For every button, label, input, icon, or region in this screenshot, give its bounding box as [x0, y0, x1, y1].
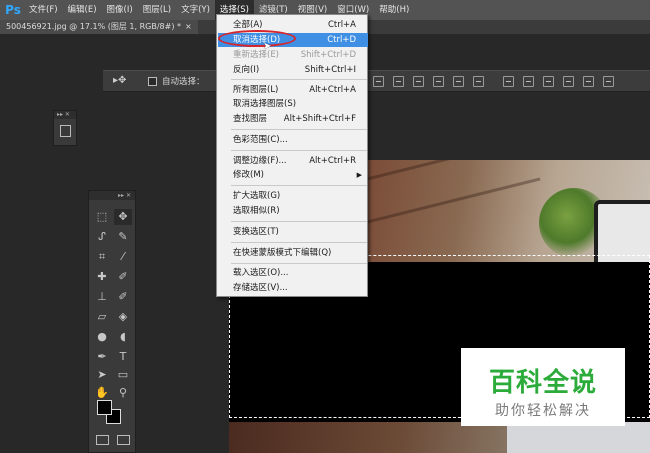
menu-edit[interactable]: 编辑(E)	[63, 0, 102, 20]
healing-icon[interactable]: ✚	[93, 269, 111, 285]
options-bar: ▸✥ 自动选择：	[103, 70, 650, 92]
foreground-color-swatch[interactable]	[97, 400, 112, 415]
menu-item-inverse[interactable]: 反向(I) Shift+Ctrl+I	[218, 63, 368, 77]
align-top-icon[interactable]	[373, 76, 384, 87]
menu-item-save-selection[interactable]: 存储选区(V)...	[218, 281, 368, 295]
history-icon[interactable]	[60, 125, 71, 137]
menu-item-find-layers[interactable]: 查找图层 Alt+Shift+Ctrl+F	[218, 112, 368, 126]
menu-item-deselect-layers[interactable]: 取消选择图层(S)	[218, 97, 368, 111]
menu-item-quick-mask[interactable]: 在快速蒙版模式下编辑(Q)	[218, 246, 368, 260]
dodge-icon[interactable]: ◖	[114, 329, 132, 345]
type-icon[interactable]: T	[114, 349, 132, 365]
menu-item-modify[interactable]: 修改(M) ▶	[218, 168, 368, 182]
watermark-title: 百科全说	[488, 368, 597, 398]
menu-item-color-range[interactable]: 色彩范围(C)...	[218, 133, 368, 147]
align-bottom-icon[interactable]	[413, 76, 424, 87]
history-brush-icon[interactable]: ✐	[114, 289, 132, 305]
shape-icon[interactable]: ▭	[114, 367, 132, 383]
photoshop-logo: Ps	[5, 3, 21, 17]
menu-separator	[231, 129, 367, 130]
rect-marquee-icon[interactable]: ⬚	[93, 209, 111, 225]
distribute-vcenter-icon[interactable]	[523, 76, 534, 87]
submenu-arrow-icon: ▶	[356, 171, 362, 179]
auto-select-checkbox[interactable]	[148, 77, 157, 86]
distribute-right-icon[interactable]	[603, 76, 614, 87]
distribute-bottom-icon[interactable]	[543, 76, 554, 87]
mouse-cursor-icon: ➤	[263, 41, 272, 52]
brush-icon[interactable]: ✐	[114, 269, 132, 285]
menu-separator	[231, 79, 367, 80]
menu-item-refine-edge[interactable]: 调整边缘(F)... Alt+Ctrl+R	[218, 154, 368, 168]
annotation-highlight-ellipse	[218, 30, 296, 47]
clone-stamp-icon[interactable]: ⊥	[93, 289, 111, 305]
select-menu-dropdown: 全部(A) Ctrl+A 取消选择(D) Ctrl+D 重新选择(E) Shift+C…	[216, 14, 368, 297]
eraser-icon[interactable]: ▱	[93, 309, 111, 325]
menu-separator	[231, 150, 367, 151]
watermark-subtitle: 助你轻松解决	[495, 403, 591, 419]
menu-item-similar[interactable]: 选取相似(R)	[218, 204, 368, 218]
menu-separator	[231, 263, 367, 264]
menu-item-all-layers[interactable]: 所有图层(L) Alt+Ctrl+A	[218, 83, 368, 97]
crop-icon[interactable]: ⌗	[93, 249, 111, 265]
move-icon[interactable]: ✥	[114, 209, 132, 225]
menu-file[interactable]: 文件(F)	[24, 0, 63, 20]
menu-type[interactable]: 文字(Y)	[176, 0, 215, 20]
distribute-hcenter-icon[interactable]	[583, 76, 594, 87]
panel-header[interactable]: ▸▸ ✕	[54, 111, 76, 119]
menu-separator	[231, 221, 367, 222]
paint-bucket-icon[interactable]: ◈	[114, 309, 132, 325]
history-mini-panel[interactable]: ▸▸ ✕	[53, 110, 77, 146]
align-vcenter-icon[interactable]	[393, 76, 404, 87]
pen-icon[interactable]: ✒	[93, 349, 111, 365]
menu-help[interactable]: 帮助(H)	[374, 0, 414, 20]
menu-separator	[231, 242, 367, 243]
eyedropper-icon[interactable]: ⁄	[114, 249, 132, 265]
toolbox-header[interactable]: ▸▸ ✕	[89, 191, 135, 200]
move-tool-preset-icon[interactable]: ▸✥	[113, 75, 133, 89]
auto-select-label: 自动选择：	[162, 77, 205, 87]
distribute-left-icon[interactable]	[563, 76, 574, 87]
menu-layer[interactable]: 图层(L)	[138, 0, 176, 20]
menu-separator	[231, 185, 367, 186]
document-tab-title: 500456921.jpg @ 17.1% (图层 1, RGB/8#) *	[6, 22, 182, 31]
align-right-icon[interactable]	[473, 76, 484, 87]
lasso-icon[interactable]: ᔑ	[93, 229, 111, 245]
menu-item-grow[interactable]: 扩大选取(G)	[218, 189, 368, 203]
laptop-keyboard	[507, 422, 650, 453]
align-hcenter-icon[interactable]	[453, 76, 464, 87]
screen-mode-icon[interactable]	[117, 435, 130, 445]
menu-item-transform-selection[interactable]: 变换选区(T)	[218, 225, 368, 239]
menu-image[interactable]: 图像(I)	[102, 0, 138, 20]
quick-mask-icon[interactable]	[96, 435, 109, 445]
blur-icon[interactable]: ●	[93, 329, 111, 345]
close-icon[interactable]: ×	[185, 22, 192, 31]
hand-icon[interactable]: ✋	[93, 385, 111, 401]
menu-item-load-selection[interactable]: 载入选区(O)...	[218, 266, 368, 280]
watermark: 百科全说 助你轻松解决	[461, 348, 625, 426]
document-tab[interactable]: 500456921.jpg @ 17.1% (图层 1, RGB/8#) * ×	[0, 20, 198, 34]
menu-item-reselect[interactable]: 重新选择(E) Shift+Ctrl+D	[218, 48, 368, 62]
toolbox: ▸▸ ✕ ⬚ ✥ ᔑ ✎ ⌗ ⁄ ✚ ✐ ⊥ ✐ ▱ ◈ ● ◖ ✒ T ➤ ▭…	[88, 190, 136, 453]
quick-select-icon[interactable]: ✎	[114, 229, 132, 245]
distribute-top-icon[interactable]	[503, 76, 514, 87]
align-left-icon[interactable]	[433, 76, 444, 87]
zoom-icon[interactable]: ⚲	[114, 385, 132, 401]
path-select-icon[interactable]: ➤	[93, 367, 111, 383]
